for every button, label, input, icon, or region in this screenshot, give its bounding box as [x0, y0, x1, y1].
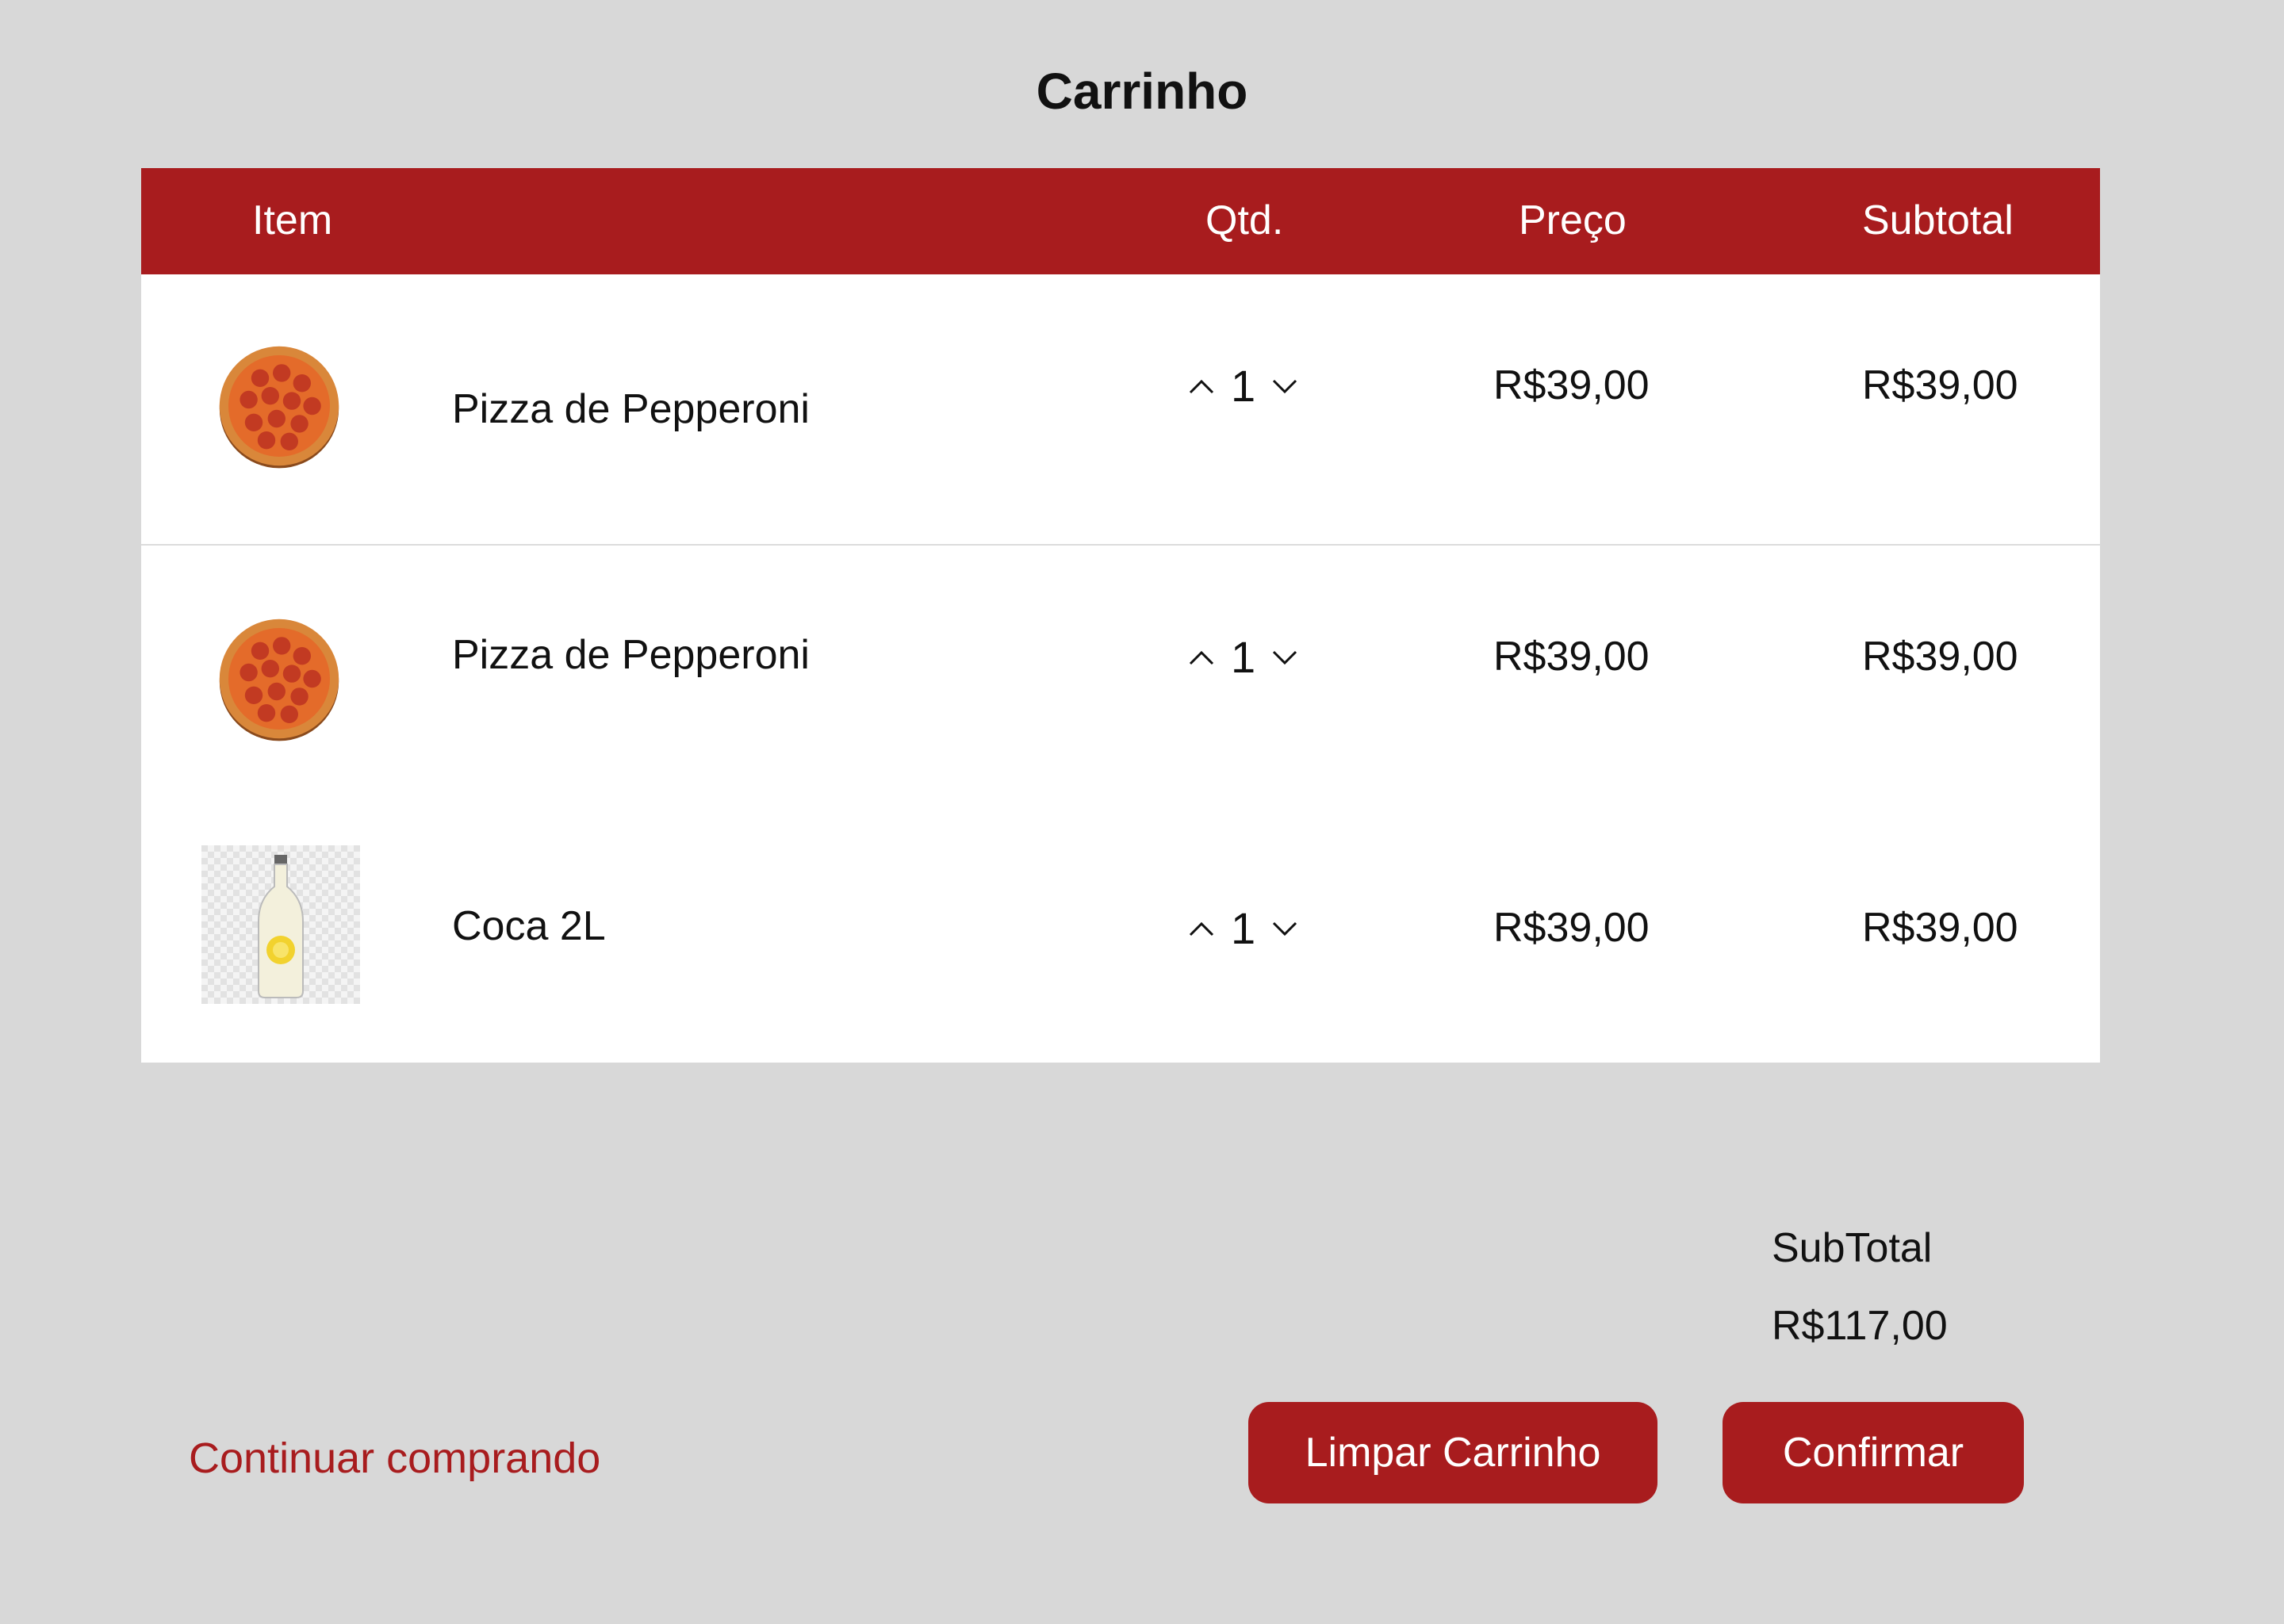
- quantity-value: 1: [1231, 903, 1256, 953]
- table-header: Item Qtd. Preço Subtotal: [141, 168, 2100, 274]
- page-title: Carrinho: [1036, 63, 1248, 120]
- item-name: Pizza de Pepperoni: [452, 386, 810, 432]
- item-price: R$39,00: [1493, 362, 1650, 408]
- quantity-value: 1: [1231, 632, 1256, 682]
- bottle-icon: [201, 845, 360, 1004]
- chevron-down-icon[interactable]: [1271, 919, 1298, 938]
- item-name: Pizza de Pepperoni: [452, 632, 810, 678]
- item-subtotal: R$39,00: [1862, 362, 2018, 408]
- quantity-value: 1: [1231, 361, 1256, 411]
- table-row: Pizza de Pepperoni 1 R$39,00 R$39,00: [141, 546, 2100, 817]
- header-preco: Preço: [1519, 197, 1627, 243]
- subtotal-value: R$117,00: [1772, 1303, 1948, 1349]
- header-subtotal: Subtotal: [1862, 197, 2014, 243]
- header-item: Item: [252, 197, 333, 243]
- item-name: Coca 2L: [452, 903, 606, 949]
- chevron-down-icon[interactable]: [1271, 377, 1298, 396]
- clear-cart-button[interactable]: Limpar Carrinho: [1248, 1402, 1657, 1503]
- quantity-stepper[interactable]: 1: [1188, 631, 1298, 683]
- cart-table: Item Qtd. Preço Subtotal Pizza de Pepper…: [141, 168, 2100, 1063]
- chevron-up-icon[interactable]: [1188, 919, 1215, 938]
- header-qtd: Qtd.: [1205, 197, 1284, 243]
- quantity-stepper[interactable]: 1: [1188, 360, 1298, 412]
- continue-shopping-link[interactable]: Continuar comprando: [189, 1434, 600, 1483]
- pizza-icon: [219, 346, 339, 469]
- table-row: Coca 2L 1 R$39,00 R$39,00: [141, 817, 2100, 1063]
- item-subtotal: R$39,00: [1862, 905, 2018, 951]
- chevron-up-icon[interactable]: [1188, 377, 1215, 396]
- subtotal-label: SubTotal: [1772, 1225, 1933, 1271]
- pizza-icon: [219, 619, 339, 741]
- confirm-button[interactable]: Confirmar: [1723, 1402, 2024, 1503]
- item-price: R$39,00: [1493, 905, 1650, 951]
- item-subtotal: R$39,00: [1862, 634, 2018, 680]
- table-body: Pizza de Pepperoni 1 R$39,00 R$39,00 Piz…: [141, 274, 2100, 1063]
- quantity-stepper[interactable]: 1: [1188, 902, 1298, 954]
- item-price: R$39,00: [1493, 634, 1650, 680]
- chevron-down-icon[interactable]: [1271, 648, 1298, 667]
- table-row: Pizza de Pepperoni 1 R$39,00 R$39,00: [141, 274, 2100, 546]
- chevron-up-icon[interactable]: [1188, 648, 1215, 667]
